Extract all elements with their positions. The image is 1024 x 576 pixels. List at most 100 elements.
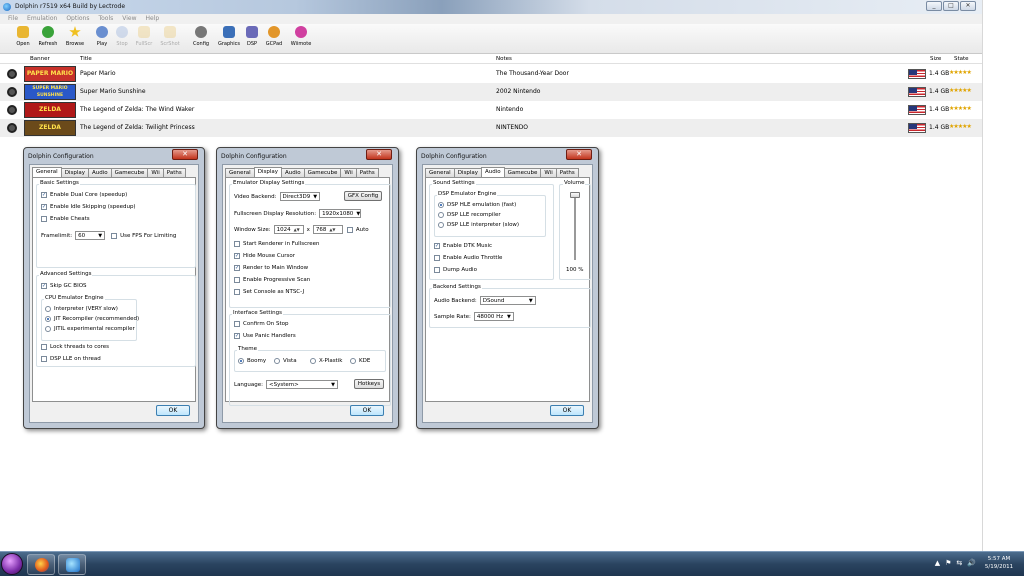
action-center-flag-icon[interactable]: ⚑	[945, 559, 951, 567]
play-button[interactable]: Play	[94, 26, 110, 52]
dtk-music-checkbox[interactable]: ✓ Enable DTK Music	[434, 243, 492, 249]
jit-radio[interactable]: JIT Recompiler (recommended)	[45, 316, 139, 322]
audio-backend-select[interactable]: DSound ▼	[479, 296, 536, 305]
auto-size-checkbox[interactable]	[346, 226, 353, 233]
tab-paths[interactable]: Paths	[555, 168, 579, 177]
hide-cursor-checkbox[interactable]: ✓ Hide Mouse Cursor	[234, 253, 295, 259]
dsp-hle-radio[interactable]: DSP HLE emulation (fast)	[438, 202, 516, 208]
tab-audio[interactable]: Audio	[87, 168, 112, 177]
network-icon[interactable]: ⇆	[956, 559, 962, 567]
close-button[interactable]: ✕	[960, 1, 976, 11]
dsp-lle-int-radio[interactable]: DSP LLE interpreter (slow)	[438, 222, 519, 228]
game-row[interactable]: PAPER MARIO Paper Mario The Thousand-Yea…	[0, 65, 982, 83]
dialog-close-button[interactable]: ✕	[566, 149, 592, 160]
game-row[interactable]: ZELDA The Legend of Zelda: The Wind Wake…	[0, 101, 982, 119]
volume-slider-thumb[interactable]	[570, 192, 580, 198]
lock-threads-checkbox[interactable]: Lock threads to cores	[41, 344, 109, 350]
progressive-checkbox[interactable]: Enable Progressive Scan	[234, 277, 310, 283]
window-width-spinner[interactable]: 1024 ▲▼	[273, 225, 304, 234]
start-fullscreen-checkbox[interactable]: Start Renderer in Fullscreen	[234, 241, 320, 247]
tab-audio[interactable]: Audio	[280, 168, 305, 177]
game-row[interactable]: ZELDA The Legend of Zelda: Twilight Prin…	[0, 119, 982, 137]
menu-file[interactable]: File	[8, 14, 18, 24]
menu-tools[interactable]: Tools	[98, 14, 113, 24]
audio-throttle-checkbox[interactable]: Enable Audio Throttle	[434, 255, 502, 261]
dump-audio-checkbox[interactable]: Dump Audio	[434, 267, 477, 273]
minimize-button[interactable]: _	[926, 1, 942, 11]
browse-button[interactable]: Browse	[64, 26, 86, 52]
open-button[interactable]: Open	[14, 26, 32, 52]
ntsc-checkbox[interactable]: Set Console as NTSC-J	[234, 289, 304, 295]
gfx-config-button[interactable]: GFX Config	[344, 191, 382, 201]
tab-gamecube[interactable]: Gamecube	[303, 168, 342, 177]
tab-wii[interactable]: Wii	[540, 168, 557, 177]
taskbar-dolphin[interactable]	[58, 554, 86, 575]
menu-view[interactable]: View	[122, 14, 136, 24]
dsp-lle-rec-radio[interactable]: DSP LLE recompiler	[438, 212, 501, 218]
menu-options[interactable]: Options	[66, 14, 89, 24]
ok-button[interactable]: OK	[350, 405, 384, 416]
video-backend-select[interactable]: Direct3D9 ▼	[279, 192, 320, 201]
tab-wii[interactable]: Wii	[147, 168, 164, 177]
language-select[interactable]: <System> ▼	[266, 380, 338, 389]
fullscreen-button[interactable]: FullScr	[134, 26, 154, 52]
tab-display[interactable]: Display	[453, 168, 482, 177]
column-notes[interactable]: Notes	[496, 56, 512, 62]
game-row[interactable]: SUPER MARIO SUNSHINE Super Mario Sunshin…	[0, 83, 982, 101]
sample-rate-select[interactable]: 48000 Hz ▼	[473, 312, 514, 321]
maximize-button[interactable]: □	[943, 1, 959, 11]
ok-button[interactable]: OK	[550, 405, 584, 416]
framelimit-select[interactable]: 60 ▼	[75, 231, 106, 240]
column-state[interactable]: State	[954, 56, 969, 62]
window-height-spinner[interactable]: 768 ▲▼	[312, 225, 343, 234]
tab-general[interactable]: General	[425, 168, 455, 177]
column-size[interactable]: Size	[930, 56, 941, 62]
graphics-button[interactable]: Graphics	[216, 26, 242, 52]
hotkeys-button[interactable]: Hotkeys	[354, 379, 384, 389]
screenshot-button[interactable]: ScrShot	[158, 26, 182, 52]
tab-paths[interactable]: Paths	[355, 168, 379, 177]
gcpad-button[interactable]: GCPad	[264, 26, 284, 52]
refresh-button[interactable]: Refresh	[36, 26, 60, 52]
config-button[interactable]: Config	[191, 26, 211, 52]
tab-gamecube[interactable]: Gamecube	[110, 168, 149, 177]
menu-help[interactable]: Help	[146, 14, 160, 24]
tab-audio[interactable]: Audio	[480, 167, 505, 177]
idle-skip-checkbox[interactable]: ✓ Enable Idle Skipping (speedup)	[41, 204, 136, 210]
dsp-thread-checkbox[interactable]: DSP LLE on thread	[41, 356, 101, 362]
dialog-close-button[interactable]: ✕	[366, 149, 392, 160]
fullscreen-res-select[interactable]: 1920x1080 ▼	[319, 209, 362, 218]
theme-boomy-radio[interactable]: Boomy	[238, 358, 266, 364]
render-main-checkbox[interactable]: ✓ Render to Main Window	[234, 265, 308, 271]
tab-general[interactable]: General	[225, 168, 255, 177]
volume-slider-track[interactable]	[574, 194, 576, 260]
stop-button[interactable]: Stop	[114, 26, 130, 52]
clock[interactable]: 5:57 AM 5/19/2011	[978, 555, 1020, 571]
show-hidden-icons-icon[interactable]: ▲	[935, 559, 940, 567]
cheats-checkbox[interactable]: Enable Cheats	[41, 216, 90, 222]
wiimote-button[interactable]: Wiimote	[288, 26, 314, 52]
volume-icon[interactable]: 🔊	[967, 559, 976, 567]
theme-xplastik-radio[interactable]: X-Plastik	[310, 358, 342, 364]
start-button[interactable]	[1, 553, 23, 575]
ok-button[interactable]: OK	[156, 405, 190, 416]
tab-wii[interactable]: Wii	[340, 168, 357, 177]
tab-general[interactable]: General	[32, 167, 62, 177]
dsp-button[interactable]: DSP	[245, 26, 259, 52]
theme-vista-radio[interactable]: Vista	[274, 358, 297, 364]
taskbar-firefox[interactable]	[27, 554, 55, 575]
panic-handlers-checkbox[interactable]: ✓ Use Panic Handlers	[234, 333, 296, 339]
column-banner[interactable]: Banner	[30, 56, 50, 62]
tab-display[interactable]: Display	[253, 167, 282, 177]
dual-core-checkbox[interactable]: ✓ Enable Dual Core (speedup)	[41, 192, 127, 198]
jitil-radio[interactable]: JITIL experimental recompiler	[45, 326, 135, 332]
theme-kde-radio[interactable]: KDE	[350, 358, 370, 364]
interpreter-radio[interactable]: Interpreter (VERY slow)	[45, 306, 118, 312]
tab-paths[interactable]: Paths	[162, 168, 186, 177]
confirm-stop-checkbox[interactable]: Confirm On Stop	[234, 321, 289, 327]
dialog-close-button[interactable]: ✕	[172, 149, 198, 160]
menu-emulation[interactable]: Emulation	[27, 14, 57, 24]
fps-limit-checkbox[interactable]	[111, 232, 118, 239]
skip-bios-checkbox[interactable]: ✓ Skip GC BIOS	[41, 283, 87, 289]
tab-display[interactable]: Display	[60, 168, 89, 177]
